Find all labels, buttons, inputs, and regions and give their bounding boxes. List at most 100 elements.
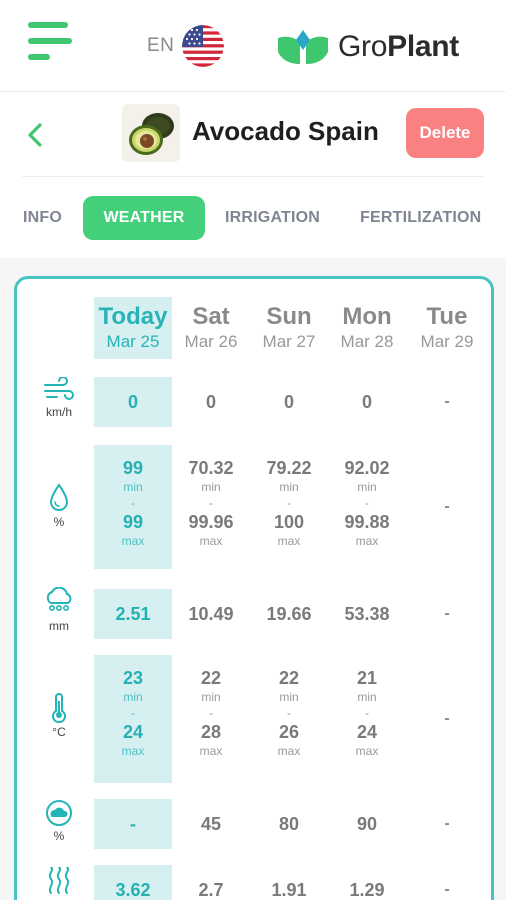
temperature-cell-tue: -	[408, 708, 486, 730]
language-selector[interactable]: EN	[147, 25, 225, 67]
tab-fertilization[interactable]: FERTILIZATION	[360, 196, 481, 240]
wind-cell-tue: -	[408, 391, 486, 413]
humidity-min-value: 79.22	[266, 458, 312, 478]
day-name: Sun	[266, 303, 312, 330]
day-header-today: Today Mar 25	[94, 303, 172, 353]
temperature-cell-mon: 21 min - 24 max	[328, 667, 406, 759]
humidity-cell-mon: 92.02 min - 99.88 max	[328, 457, 406, 549]
tab-irrigation[interactable]: IRRIGATION	[225, 196, 320, 240]
rain-value: -	[444, 605, 450, 622]
humidity-cell-today: 99 min - 99 max	[94, 457, 172, 549]
max-label: max	[121, 534, 145, 548]
tab-bar: INFO WEATHER IRRIGATION FERTILIZATION	[0, 196, 506, 240]
wind-value: 0	[127, 392, 138, 412]
max-label: max	[199, 534, 223, 548]
max-label: max	[277, 534, 301, 548]
rain-value: 10.49	[188, 604, 234, 624]
day-name: Sat	[192, 303, 230, 330]
cloud-cell-mon: 90	[328, 813, 406, 835]
max-label: max	[355, 744, 379, 758]
tab-weather[interactable]: WEATHER	[83, 196, 205, 240]
cloud-cell-today: -	[94, 813, 172, 835]
temperature-max-value: 24	[122, 722, 144, 742]
range-separator: -	[287, 496, 291, 510]
cloud-value: -	[444, 815, 450, 832]
rain-cloud-icon	[46, 587, 72, 611]
wind-row-icon: km/h	[37, 377, 81, 419]
rain-cell-today: 2.51	[94, 603, 172, 625]
rain-value: 19.66	[266, 604, 312, 624]
back-chevron-icon[interactable]	[22, 120, 52, 150]
header-divider	[22, 176, 484, 177]
evaporation-value: 1.91	[271, 880, 307, 900]
temperature-unit: °C	[52, 725, 66, 739]
range-separator: -	[131, 496, 135, 510]
evaporation-icon	[48, 867, 70, 894]
temperature-min-value: 22	[200, 668, 222, 688]
temperature-max-value: 28	[200, 722, 222, 742]
humidity-max-value: 99	[122, 512, 144, 532]
evaporation-cell-mon: 1.29	[328, 879, 406, 900]
min-label: min	[123, 690, 143, 704]
plant-thumbnail	[122, 104, 180, 162]
day-date: Mar 27	[262, 332, 316, 351]
wind-value: -	[444, 393, 450, 410]
cloud-cell-sun: 80	[250, 813, 328, 835]
humidity-cell-sat: 70.32 min - 99.96 max	[172, 457, 250, 549]
cloud-unit: %	[53, 829, 65, 843]
evaporation-cell-tue: -	[408, 879, 486, 900]
min-label: min	[357, 480, 377, 494]
avocado-image	[129, 113, 174, 155]
evaporation-value: 2.7	[198, 880, 224, 900]
wind-cell-mon: 0	[328, 391, 406, 413]
rain-cell-sat: 10.49	[172, 603, 250, 625]
min-label: min	[201, 690, 221, 704]
temperature-cell-sun: 22 min - 26 max	[250, 667, 328, 759]
cloud-row-icon: %	[37, 799, 81, 843]
tab-info[interactable]: INFO	[23, 196, 62, 240]
range-separator: -	[365, 706, 369, 720]
temperature-min-value: 23	[122, 668, 144, 688]
evaporation-value: -	[444, 881, 450, 898]
groplant-logo: GroPlant	[276, 28, 459, 66]
evaporation-cell-sat: 2.7	[172, 879, 250, 900]
rain-value: 53.38	[344, 604, 390, 624]
max-label: max	[277, 744, 301, 758]
rain-cell-sun: 19.66	[250, 603, 328, 625]
day-header-sat: Sat Mar 26	[172, 303, 250, 353]
day-header-tue: Tue Mar 29	[408, 303, 486, 353]
humidity-cell-tue: -	[408, 496, 486, 518]
cloud-value: 80	[278, 814, 300, 834]
range-separator: -	[365, 496, 369, 510]
hamburger-menu-icon[interactable]	[28, 22, 72, 62]
day-date: Mar 28	[340, 332, 394, 351]
wind-cell-sun: 0	[250, 391, 328, 413]
us-flag-icon	[182, 25, 225, 67]
weather-card: Today Mar 25 Sat Mar 26 Sun Mar 27 Mon M…	[14, 276, 494, 900]
evaporation-cell-sun: 1.91	[250, 879, 328, 900]
temperature-cell-sat: 22 min - 28 max	[172, 667, 250, 759]
logo-prefix: Gro	[338, 30, 388, 63]
groplant-leaf-icon	[278, 30, 328, 64]
cloud-value: 45	[200, 814, 222, 834]
temperature-value: -	[444, 710, 450, 727]
max-label: max	[199, 744, 223, 758]
day-date: Mar 29	[420, 332, 474, 351]
wind-value: 0	[283, 392, 294, 412]
delete-button[interactable]: Delete	[406, 108, 484, 158]
humidity-row-icon: %	[37, 483, 81, 529]
day-name: Today	[98, 303, 168, 330]
top-bar: EN GroPlant	[0, 0, 506, 92]
humidity-min-value: 70.32	[188, 458, 234, 478]
max-label: max	[355, 534, 379, 548]
plant-header: Avocado Spain Delete	[0, 92, 506, 178]
rain-unit: mm	[49, 619, 69, 633]
temperature-min-value: 21	[356, 668, 378, 688]
evaporation-cell-today: 3.62	[94, 879, 172, 900]
range-separator: -	[209, 706, 213, 720]
wind-value: 0	[361, 392, 372, 412]
humidity-unit: %	[53, 515, 65, 529]
cloud-value: 90	[356, 814, 378, 834]
temperature-max-value: 26	[278, 722, 300, 742]
min-label: min	[357, 690, 377, 704]
